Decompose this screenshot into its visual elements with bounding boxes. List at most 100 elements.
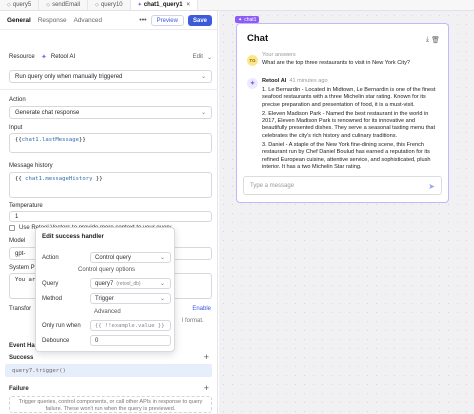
run-mode-select[interactable]: Run query only when manually triggered ⌄ — [9, 70, 212, 83]
system-prompt-label: System Pr — [9, 265, 37, 271]
control-query-options-label: Control query options — [78, 267, 136, 273]
input-open: {{ — [15, 137, 22, 143]
ai-sender: Retool AI — [262, 78, 287, 84]
chevron-down-icon: ⌄ — [159, 281, 165, 287]
debounce-label: Debounce — [42, 338, 70, 344]
popover-method-value: Trigger — [95, 295, 114, 302]
chevron-down-icon[interactable]: ⌄ — [207, 54, 212, 61]
resource-value[interactable]: Retool AI — [51, 54, 75, 60]
history-editor[interactable]: {{ chat1.messageHistory }} — [9, 172, 212, 198]
transform-helper: l format. — [182, 318, 204, 324]
popover-method-select[interactable]: Trigger ⌄ — [90, 293, 171, 304]
chat-input-placeholder: Type a message — [250, 182, 295, 189]
tab-label: query10 — [100, 2, 123, 8]
ai-sparkle-icon: ✦ — [238, 16, 243, 23]
ai-sparkle-icon: ✦ — [137, 2, 142, 8]
resource-row: Resource ✦ Retool AI Edit ⌄ — [9, 52, 212, 62]
success-handler-value: query7.trigger() — [12, 367, 66, 374]
save-button[interactable]: Save — [187, 15, 212, 26]
popover-method-label: Method — [42, 296, 63, 302]
user-message-header: Your answers — [262, 52, 296, 58]
query-icon: ◇ — [46, 2, 51, 8]
query-icon: ◇ — [95, 2, 99, 8]
edit-resource-link[interactable]: Edit — [193, 54, 203, 60]
model-label: Model — [9, 238, 26, 244]
debounce-input[interactable]: 0 — [90, 335, 171, 346]
history-close: }} — [95, 176, 103, 182]
tab-chat1-query1[interactable]: ✦ chat1_query1 × — [130, 0, 199, 10]
tab-query5[interactable]: ◇ query5 — [0, 0, 40, 10]
event-handlers-label: Event Han — [9, 343, 39, 349]
chat-message-input[interactable]: Type a message ➤ — [243, 176, 442, 195]
chat-component[interactable]: Chat ⤓ 🗑 TG Your answers What are the to… — [236, 23, 449, 203]
chevron-down-icon: ⌄ — [159, 255, 165, 261]
action-label: Action — [9, 97, 26, 103]
temperature-value: 1 — [15, 213, 19, 220]
failure-label: Failure — [9, 386, 29, 392]
history-label: Message history — [9, 163, 53, 169]
popover-action-label: Action — [42, 255, 59, 261]
only-run-when-label: Only run when — [42, 323, 81, 329]
model-value: gpt- — [15, 250, 26, 257]
enable-transform-link[interactable]: Enable — [192, 306, 211, 312]
failure-empty-note: Trigger queries, control components, or … — [9, 396, 212, 413]
ai-message-text: 1. Le Bernardin - Located in Midtown, Le… — [262, 87, 440, 173]
tab-label: query5 — [12, 2, 32, 8]
close-tab-icon[interactable]: × — [187, 2, 191, 8]
tab-label: chat1_query1 — [143, 2, 183, 8]
debounce-value: 0 — [95, 337, 99, 344]
query-icon: ◇ — [7, 2, 11, 8]
ai-paragraph: 3. Daniel - A staple of the New York fin… — [262, 142, 431, 170]
popover-query-sub: (retool_db) — [116, 280, 141, 287]
trash-icon[interactable]: 🗑 — [431, 36, 440, 44]
preview-button[interactable]: Preview — [150, 15, 184, 26]
popover-action-select[interactable]: Control query ⌄ — [90, 252, 171, 263]
ai-timestamp: 41 minutes ago — [289, 78, 328, 84]
app-canvas: ✦ chat1 Chat ⤓ 🗑 TG Your answers What ar… — [219, 11, 474, 414]
temperature-input[interactable]: 1 — [9, 211, 212, 222]
success-label: Success — [9, 355, 34, 361]
input-editor[interactable]: {{chat1.lastMessage}} — [9, 133, 212, 153]
retool-ai-avatar-icon: ✦ — [247, 78, 258, 89]
query-editor-panel: General Response Advanced ••• Preview Sa… — [0, 11, 218, 414]
history-ref: chat1.messageHistory — [25, 176, 93, 182]
tab-query10[interactable]: ◇ query10 — [88, 0, 131, 10]
popover-query-value: query7 — [95, 280, 114, 287]
run-mode-value: Run query only when manually triggered — [15, 73, 123, 80]
edit-success-handler-popover: Edit success handler Action Control quer… — [35, 227, 175, 352]
advanced-section-label[interactable]: Advanced — [94, 309, 121, 315]
add-success-handler-icon[interactable]: + — [204, 353, 209, 362]
vectors-checkbox[interactable] — [9, 225, 15, 231]
retool-ai-icon: ✦ — [41, 54, 47, 61]
chevron-down-icon: ⌄ — [200, 74, 206, 80]
ai-message-header: Retool AI 41 minutes ago — [262, 78, 328, 84]
chevron-down-icon: ⌄ — [200, 110, 206, 116]
input-close: }} — [79, 137, 86, 143]
success-handler-item[interactable]: query7.trigger() — [5, 364, 212, 377]
input-label: Input — [9, 125, 23, 131]
transform-label: Transfor — [9, 306, 32, 312]
download-icon[interactable]: ⤓ — [426, 36, 429, 44]
component-badge-label: chat1 — [244, 16, 257, 23]
popover-title: Edit success handler — [42, 233, 104, 240]
only-run-when-input[interactable]: {{ !!example.value }} — [90, 320, 171, 331]
component-badge[interactable]: ✦ chat1 — [235, 16, 260, 23]
popover-query-select[interactable]: query7 (retool_db) ⌄ — [90, 278, 171, 289]
action-select[interactable]: Generate chat response ⌄ — [9, 106, 212, 119]
more-options-button[interactable]: ••• — [139, 17, 146, 24]
tab-sendemail[interactable]: ◇ sendEmail — [39, 0, 89, 10]
action-value: Generate chat response — [15, 109, 80, 116]
input-ref: chat1.lastMessage — [21, 137, 80, 143]
tab-advanced[interactable]: Advanced — [74, 17, 102, 24]
only-run-when-placeholder: {{ !!example.value }} — [95, 322, 165, 329]
divider — [0, 89, 218, 90]
user-avatar: TG — [247, 55, 258, 66]
tab-response[interactable]: Response — [38, 17, 67, 24]
user-message-text: What are the top three restaurants to vi… — [262, 60, 410, 66]
add-failure-handler-icon[interactable]: + — [204, 384, 209, 393]
editor-header: General Response Advanced ••• Preview Sa… — [0, 11, 217, 30]
temperature-label: Temperature — [9, 203, 43, 209]
resource-label: Resource — [9, 54, 35, 60]
tab-general[interactable]: General — [7, 17, 31, 24]
send-icon[interactable]: ➤ — [428, 182, 435, 191]
